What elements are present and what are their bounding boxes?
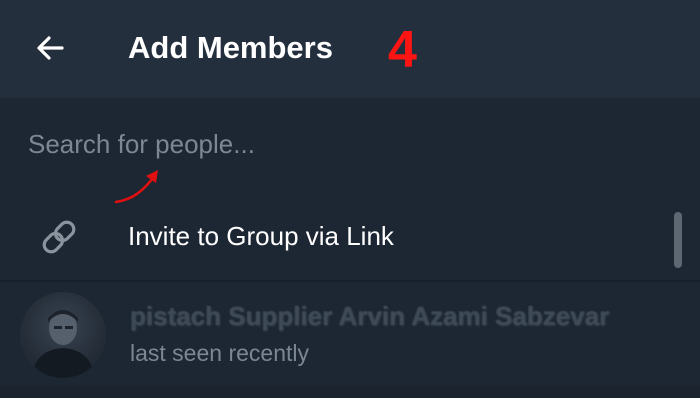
- avatar-portrait-icon: [32, 310, 94, 378]
- invite-via-link-row[interactable]: Invite to Group via Link: [0, 198, 700, 280]
- member-status: last seen recently: [130, 340, 309, 366]
- search-input[interactable]: [28, 124, 628, 164]
- member-name: pistach Supplier Arvin Azami Sabzevar: [130, 301, 610, 331]
- list-bottom-edge: [0, 386, 700, 398]
- avatar: [20, 292, 106, 378]
- link-icon: [42, 220, 76, 254]
- scrollbar-thumb[interactable]: [674, 212, 682, 268]
- invite-via-link-label: Invite to Group via Link: [128, 221, 394, 251]
- arrow-left-icon: [37, 36, 64, 60]
- search-area: [0, 98, 700, 198]
- back-button[interactable]: [30, 28, 70, 68]
- app-header: Add Members 4: [0, 0, 700, 98]
- page-title: Add Members: [128, 30, 333, 65]
- step-annotation: 4: [388, 21, 417, 79]
- member-list-item[interactable]: pistach Supplier Arvin Azami Sabzevar la…: [0, 282, 700, 386]
